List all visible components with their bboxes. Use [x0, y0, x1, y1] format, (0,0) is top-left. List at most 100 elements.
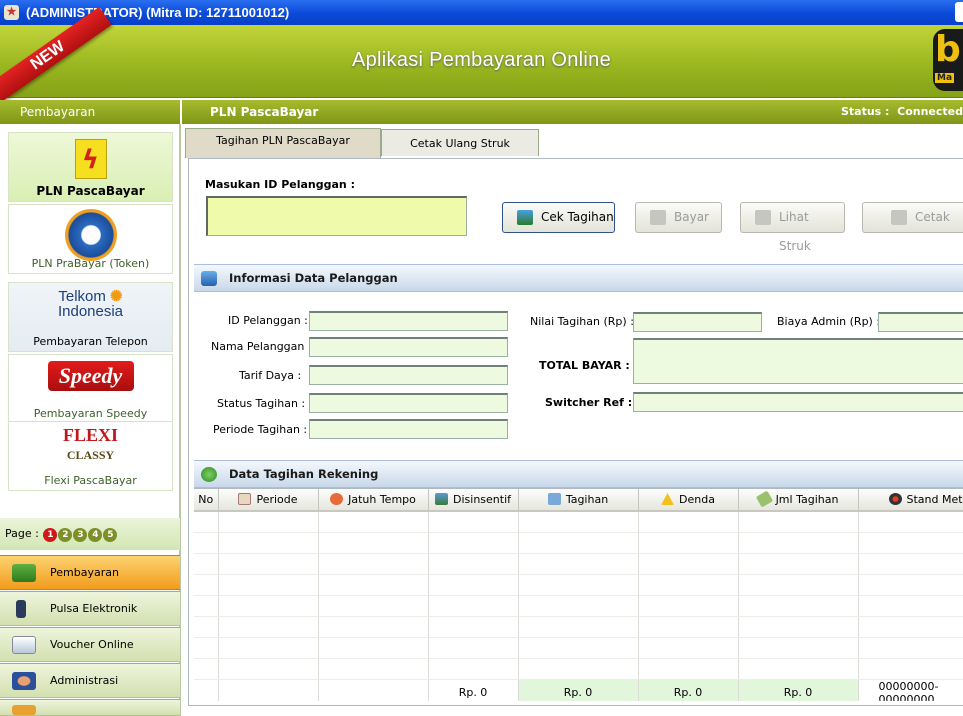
menu-pulsa-elektronik[interactable]: Pulsa Elektronik [0, 591, 180, 626]
id-pelanggan-label: Masukan ID Pelanggan : [205, 178, 355, 191]
service-pln-prabayar[interactable]: PLN PraBayar (Token) [8, 204, 173, 274]
lihat-struk-button[interactable]: Lihat Struk [740, 202, 845, 253]
content-title: PLN PascaBayar [210, 105, 319, 119]
info-section-header: Informasi Data Pelanggan [194, 264, 963, 292]
view-receipt-icon [755, 210, 771, 225]
tab-bar: Tagihan PLN PascaBayar Cetak Ulang Struk [182, 124, 963, 158]
col-periode[interactable]: Periode [218, 489, 319, 512]
app-icon[interactable]: ★ [4, 5, 19, 20]
pager: Page : 12345 [0, 518, 180, 550]
menu-voucher-online[interactable]: Voucher Online [0, 627, 180, 662]
tab-cetak-ulang[interactable]: Cetak Ulang Struk [381, 129, 539, 156]
biaya-admin-label: Biaya Admin (Rp) : [777, 315, 881, 328]
app-header: NEW Aplikasi Pembayaran Online b Ma [0, 6, 963, 106]
total-tagihan: Rp. 0 [518, 678, 639, 701]
menu-label: Pembayaran [50, 566, 119, 579]
service-telepon[interactable]: Telkom ✺ Indonesia Pembayaran Telepon [8, 282, 173, 352]
service-label: PLN PascaBayar [36, 184, 145, 198]
service-speedy[interactable]: Speedy Pembayaran Speedy [8, 354, 173, 424]
menu-administrasi[interactable]: Administrasi [0, 663, 180, 698]
rekening-section-header: Data Tagihan Rekening [194, 460, 963, 488]
service-label: PLN PraBayar (Token) [31, 257, 150, 270]
bill-icon [547, 493, 561, 505]
table-row[interactable] [194, 553, 963, 575]
nama-pelanggan-field[interactable] [309, 337, 508, 357]
table-header-row: No Periode Jatuh Tempo Disinsentif Tagih… [194, 489, 963, 512]
content-header: PLN PascaBayar Status : Connected [182, 100, 963, 124]
page-3-button[interactable]: 3 [73, 528, 88, 542]
id-card-icon [201, 271, 217, 286]
col-jml-tagihan[interactable]: Jml Tagihan [738, 489, 859, 512]
table-footer-row: Rp. 0 Rp. 0 Rp. 0 Rp. 0 00000000-0000000… [194, 678, 963, 701]
printer-icon [891, 210, 907, 225]
flexi-logo: FLEXI CLASSY [62, 425, 118, 462]
id-pelanggan-input[interactable] [206, 196, 467, 236]
biaya-admin-field[interactable] [878, 312, 963, 332]
total-stand-meter: 00000000-00000000 [858, 678, 963, 701]
discount-icon [435, 493, 448, 505]
service-pln-pascabayar[interactable]: ϟ PLN PascaBayar [8, 132, 173, 202]
tarif-daya-label: Tarif Daya : [239, 369, 302, 382]
service-label: Flexi PascaBayar [44, 474, 137, 487]
admin-icon [12, 672, 36, 690]
col-stand-meter[interactable]: Stand Meter [858, 489, 963, 512]
table-row[interactable] [194, 532, 963, 554]
nama-pelanggan-label: Nama Pelanggan : [211, 340, 312, 353]
cetak-button[interactable]: Cetak [862, 202, 963, 233]
page-4-button[interactable]: 4 [88, 528, 103, 542]
total-jml-tagihan: Rp. 0 [738, 678, 859, 701]
bayar-button[interactable]: Bayar [635, 202, 722, 233]
brand-logo: b Ma [933, 29, 963, 91]
switcher-ref-label: Switcher Ref : [545, 396, 633, 409]
pln-token-icon [64, 209, 117, 261]
pay-icon [650, 210, 666, 225]
nilai-tagihan-field[interactable] [633, 312, 762, 332]
col-denda[interactable]: Denda [638, 489, 739, 512]
table-row[interactable] [194, 637, 963, 659]
bills-icon [201, 467, 217, 482]
table-row[interactable] [194, 595, 963, 617]
menu-more[interactable] [0, 699, 180, 716]
service-label: Pembayaran Telepon [33, 335, 148, 348]
page-1-button[interactable]: 1 [43, 528, 58, 542]
table-row[interactable] [194, 658, 963, 680]
table-row[interactable] [194, 616, 963, 638]
menu-label: Administrasi [50, 674, 119, 687]
periode-tagihan-field[interactable] [309, 419, 508, 439]
cek-tagihan-button[interactable]: Cek Tagihan [502, 202, 615, 233]
voucher-icon [12, 636, 36, 654]
tab-tagihan-pln[interactable]: Tagihan PLN PascaBayar [185, 128, 381, 158]
id-pelanggan-field[interactable] [309, 311, 508, 331]
nilai-tagihan-label: Nilai Tagihan (Rp) : [530, 315, 634, 328]
payment-icon [12, 564, 36, 582]
warning-icon [661, 493, 675, 505]
pager-label: Page : [5, 527, 39, 540]
window-control-button[interactable] [955, 2, 963, 22]
total-denda: Rp. 0 [638, 678, 739, 701]
page-2-button[interactable]: 2 [58, 528, 73, 542]
id-pelanggan-field-label: ID Pelanggan : [228, 314, 308, 327]
periode-tagihan-label: Periode Tagihan : [213, 423, 308, 436]
col-jatuh-tempo[interactable]: Jatuh Tempo [318, 489, 429, 512]
col-disinsentif[interactable]: Disinsentif [428, 489, 519, 512]
table-row[interactable] [194, 511, 963, 533]
refresh-icon [517, 210, 533, 225]
total-bayar-field[interactable] [633, 338, 963, 384]
connection-status: Status : Connected [840, 105, 963, 118]
speedy-logo: Speedy [47, 361, 134, 391]
status-tagihan-field[interactable] [309, 393, 508, 413]
pln-lightning-icon: ϟ [74, 139, 107, 179]
col-no[interactable]: No [194, 489, 219, 512]
col-tagihan[interactable]: Tagihan [518, 489, 639, 512]
menu-pembayaran[interactable]: Pembayaran [0, 555, 180, 590]
table-row[interactable] [194, 574, 963, 596]
app-title: Aplikasi Pembayaran Online [351, 49, 612, 71]
status-tagihan-label: Status Tagihan : [217, 397, 306, 410]
page-5-button[interactable]: 5 [103, 528, 118, 542]
window-title: (ADMINISTRATOR) (Mitra ID: 12711001012) [26, 5, 290, 20]
switcher-ref-field[interactable] [633, 392, 963, 412]
tarif-daya-field[interactable] [309, 365, 508, 385]
service-flexi[interactable]: FLEXI CLASSY Flexi PascaBayar [8, 421, 173, 491]
rekening-table: No Periode Jatuh Tempo Disinsentif Tagih… [194, 488, 963, 701]
menu-label: Pulsa Elektronik [50, 602, 138, 615]
